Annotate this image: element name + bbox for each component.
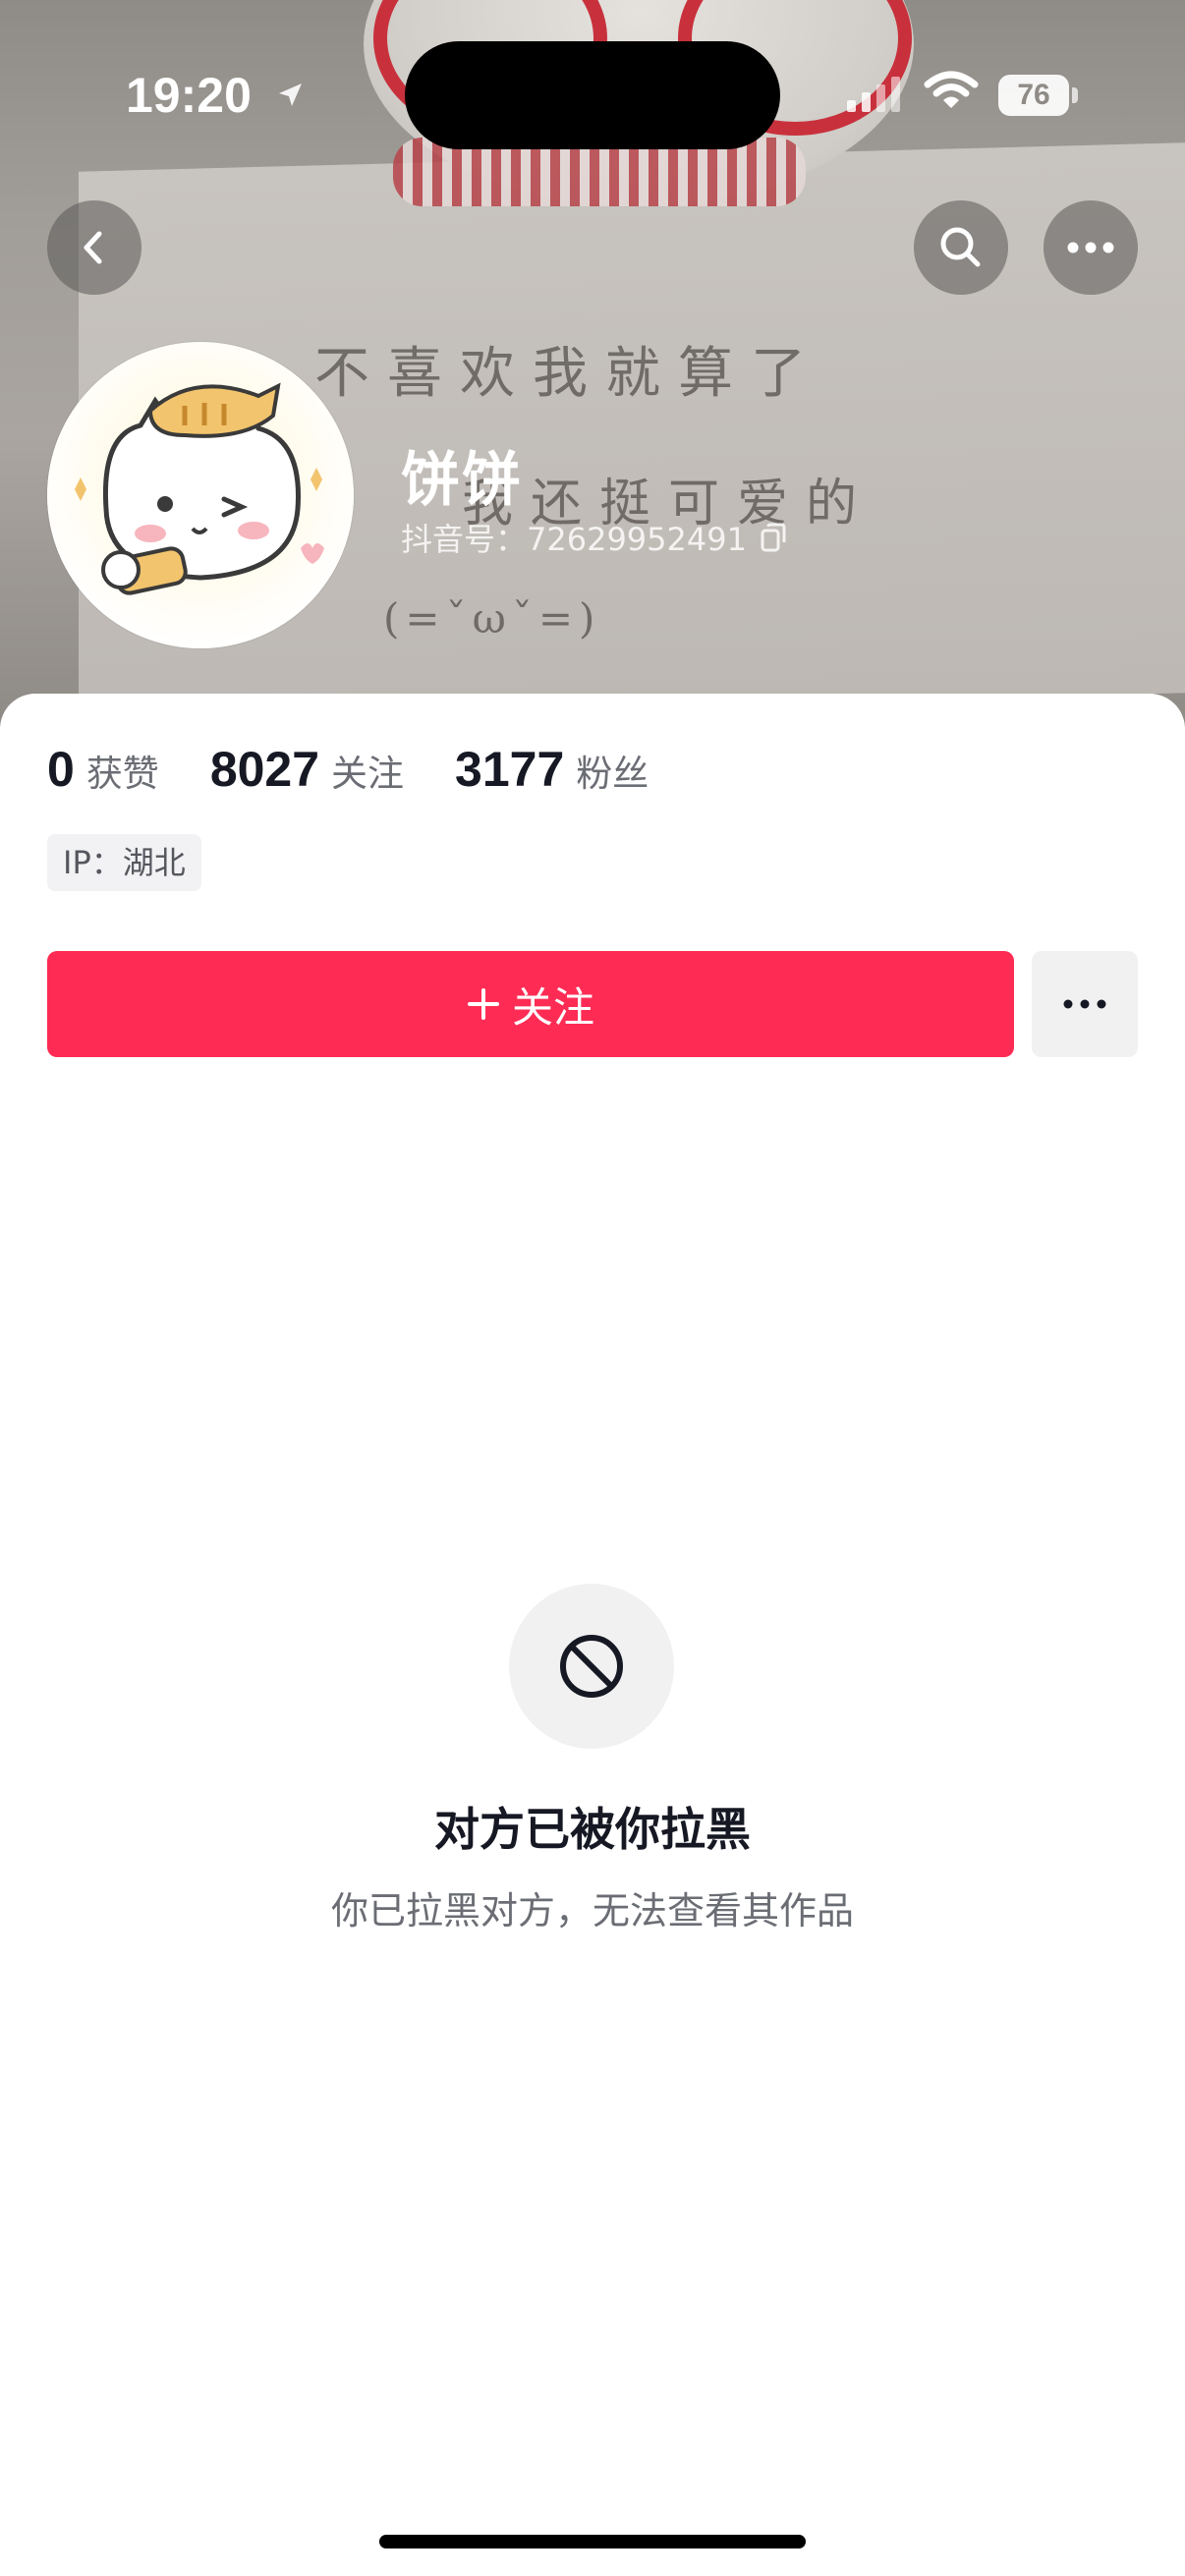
blocked-subtitle: 你已拉黑对方，无法查看其作品	[330, 1889, 854, 1932]
likes-count: 0	[47, 742, 75, 797]
chevron-left-icon	[84, 231, 102, 264]
battery-nub	[1072, 87, 1078, 103]
plus-icon	[467, 988, 499, 1020]
copy-icon[interactable]	[761, 523, 786, 552]
blocked-state-badge	[509, 1584, 674, 1749]
back-button[interactable]	[47, 200, 141, 295]
more-dots-icon	[1067, 242, 1114, 253]
cellular-signal-icon	[847, 77, 900, 112]
location-arrow-icon	[279, 84, 302, 106]
home-indicator[interactable]	[379, 2535, 806, 2548]
cover-handwriting-line1: 不喜欢我就算了	[314, 342, 823, 406]
blocked-title: 对方已被你拉黑	[434, 1803, 751, 1856]
stat-followers[interactable]: 3177 粉丝	[455, 741, 649, 798]
more-options-button[interactable]	[1044, 200, 1138, 295]
wifi-icon	[924, 71, 979, 108]
battery-indicator: 76	[998, 75, 1078, 116]
douyin-id-text: 抖音号：72629952491	[401, 521, 747, 558]
following-label: 关注	[331, 753, 405, 795]
follow-button-label: 关注	[511, 982, 594, 1032]
stat-following[interactable]: 8027 关注	[210, 741, 404, 798]
likes-label: 获赞	[85, 753, 159, 795]
stat-likes[interactable]: 0 获赞	[47, 741, 159, 798]
profile-content-sheet: 0 获赞 8027 关注 3177 粉丝 IP：湖北 关注 对方已被你拉黑 你已…	[0, 694, 1185, 2576]
following-count: 8027	[209, 742, 320, 797]
douyin-id-row[interactable]: 抖音号：72629952491	[401, 515, 786, 560]
more-dots-icon	[1063, 999, 1106, 1009]
more-actions-button[interactable]	[1032, 951, 1138, 1057]
cover-handwriting-line3: (=ˇωˇ=)	[383, 594, 601, 643]
ip-location-badge: IP：湖北	[47, 834, 201, 891]
avatar[interactable]	[47, 342, 354, 648]
follow-button[interactable]: 关注	[47, 951, 1014, 1057]
status-time: 19:20	[126, 68, 252, 123]
battery-level: 76	[1017, 79, 1050, 111]
profile-screen: 不喜欢我就算了 我还挺可爱的 (=ˇωˇ=) 19:20 76 饼饼 抖音号：7…	[0, 0, 1185, 2576]
followers-count: 3177	[455, 742, 565, 797]
followers-label: 粉丝	[576, 753, 649, 795]
block-icon	[560, 1635, 623, 1698]
profile-name: 饼饼	[401, 446, 523, 515]
dynamic-island	[405, 41, 780, 149]
search-icon	[940, 227, 981, 267]
cat-avatar-illustration	[47, 342, 354, 648]
search-button[interactable]	[914, 200, 1008, 295]
stats-row: 0 获赞 8027 关注 3177 粉丝	[47, 741, 700, 798]
